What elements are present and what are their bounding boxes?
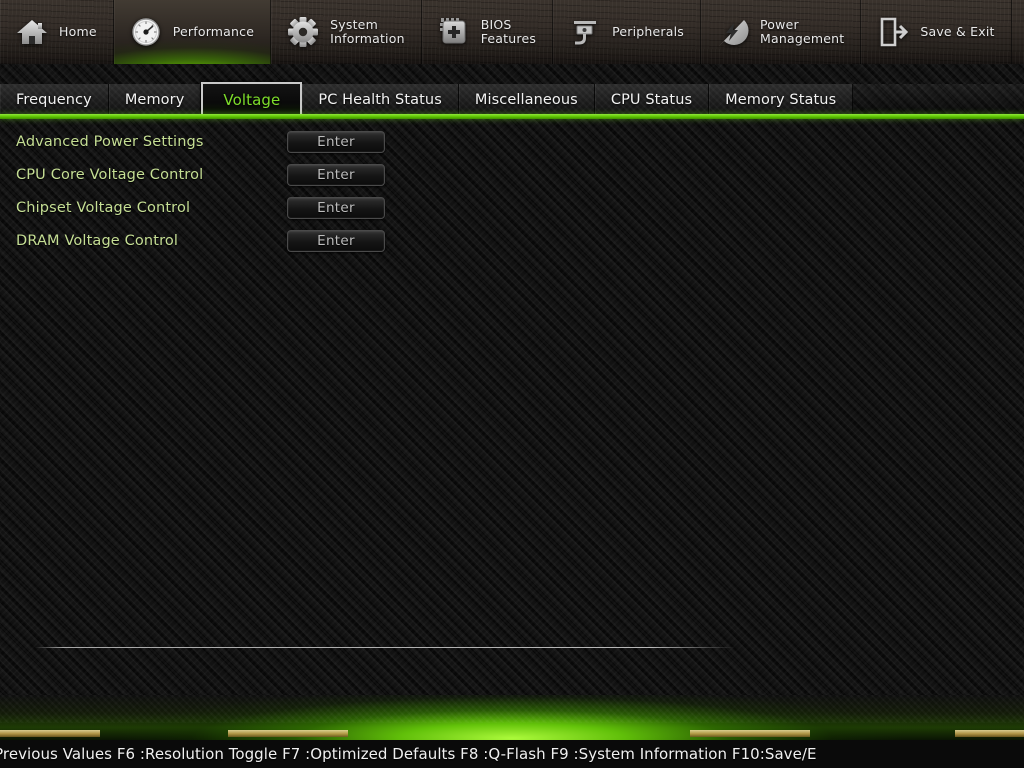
gold-accent bbox=[955, 730, 1024, 737]
nav-item-label: Peripherals bbox=[612, 24, 684, 39]
nav-item-label: Power Management bbox=[760, 17, 845, 46]
tab-pc-health-status[interactable]: PC Health Status bbox=[302, 84, 459, 115]
hotkey-text: e Profile F5 :Previous Values F6 :Resolu… bbox=[0, 745, 817, 763]
tab-miscellaneous[interactable]: Miscellaneous bbox=[459, 84, 595, 115]
enter-button[interactable]: Enter bbox=[287, 196, 385, 219]
horizontal-divider bbox=[35, 647, 735, 648]
gold-accent bbox=[0, 730, 100, 737]
nav-item-label: Save & Exit bbox=[920, 24, 995, 39]
nav-item-label: BIOS Features bbox=[480, 17, 537, 46]
tab-voltage[interactable]: Voltage bbox=[201, 82, 303, 115]
nav-item-label: Performance bbox=[172, 24, 255, 39]
tab-memory-status[interactable]: Memory Status bbox=[709, 84, 854, 115]
footer-hotkey-bar: e Profile F5 :Previous Values F6 :Resolu… bbox=[0, 740, 1024, 768]
setting-row-advanced-power-settings[interactable]: Advanced Power Settings Enter bbox=[0, 125, 1024, 158]
bottom-glow-band bbox=[0, 695, 1024, 740]
nav-item-system-information[interactable]: System Information bbox=[271, 0, 422, 64]
tab-cpu-status[interactable]: CPU Status bbox=[595, 84, 710, 115]
settings-list: Advanced Power Settings Enter CPU Core V… bbox=[0, 119, 1024, 695]
nav-item-save-and-exit[interactable]: Save & Exit bbox=[861, 0, 1012, 64]
enter-button[interactable]: Enter bbox=[287, 163, 385, 186]
setting-label: Advanced Power Settings bbox=[16, 133, 204, 150]
enter-button[interactable]: Enter bbox=[287, 229, 385, 252]
nav-item-power-management[interactable]: Power Management bbox=[701, 0, 862, 64]
gold-accent bbox=[228, 730, 348, 737]
peripheral-icon bbox=[567, 14, 603, 50]
gold-accent bbox=[690, 730, 810, 737]
setting-row-cpu-core-voltage-control[interactable]: CPU Core Voltage Control Enter bbox=[0, 158, 1024, 191]
setting-row-dram-voltage-control[interactable]: DRAM Voltage Control Enter bbox=[0, 224, 1024, 257]
setting-row-chipset-voltage-control[interactable]: Chipset Voltage Control Enter bbox=[0, 191, 1024, 224]
setting-label: DRAM Voltage Control bbox=[16, 232, 179, 249]
nav-item-label: Home bbox=[59, 24, 97, 39]
setting-label: CPU Core Voltage Control bbox=[16, 166, 204, 183]
nav-item-peripherals[interactable]: Peripherals bbox=[553, 0, 701, 64]
exit-door-icon bbox=[875, 14, 911, 50]
glow-band-texture bbox=[0, 695, 1024, 723]
tab-memory[interactable]: Memory bbox=[109, 84, 202, 115]
setting-label: Chipset Voltage Control bbox=[16, 199, 191, 216]
nav-item-home[interactable]: Home bbox=[0, 0, 114, 64]
gear-icon bbox=[285, 14, 321, 50]
nav-item-label: System Information bbox=[330, 17, 405, 46]
power-bolt-icon bbox=[715, 14, 751, 50]
nav-item-performance[interactable]: Performance bbox=[114, 0, 272, 64]
gauge-icon bbox=[128, 14, 164, 50]
tab-bar: Frequency Memory Voltage PC Health Statu… bbox=[0, 82, 1024, 115]
nav-item-bios-features[interactable]: BIOS Features bbox=[422, 0, 554, 64]
tab-underline-rule bbox=[0, 114, 1024, 119]
home-icon bbox=[14, 14, 50, 50]
bios-screen: Home Performance System Information BIOS… bbox=[0, 0, 1024, 768]
top-navigation-bar: Home Performance System Information BIOS… bbox=[0, 0, 1024, 64]
tab-frequency[interactable]: Frequency bbox=[0, 84, 109, 115]
chip-plus-icon bbox=[436, 14, 472, 50]
enter-button[interactable]: Enter bbox=[287, 130, 385, 153]
